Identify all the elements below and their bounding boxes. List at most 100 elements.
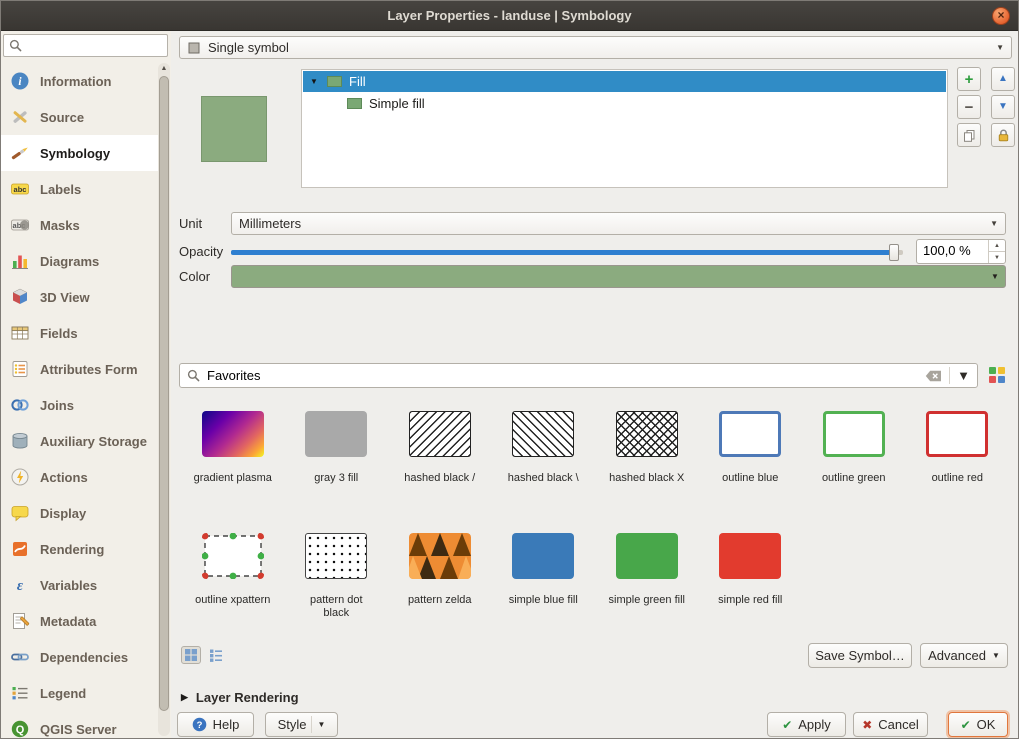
sidebar-item-label: Legend [40,686,86,701]
symbol-item-pattern-zelda[interactable]: pattern zelda [388,523,492,645]
search-icon [187,369,200,382]
help-icon: ? [192,717,207,732]
style-manager-button[interactable] [986,365,1008,387]
sidebar-item-actions[interactable]: Actions [1,459,158,495]
sidebar-list: i Information Source Symbology abc Label… [1,63,158,738]
move-up-button[interactable]: ▲ [991,67,1015,91]
sidebar-item-metadata[interactable]: Metadata [1,603,158,639]
renderer-combo[interactable]: Single symbol ▼ [179,36,1012,59]
sidebar-search[interactable] [3,34,168,57]
sidebar-scrollbar[interactable]: ▲ [158,63,170,736]
labels-icon: abc [9,178,31,200]
symbol-layer-toolbar: + ▲ − ▼ [957,67,1015,147]
sidebar-item-legend[interactable]: Legend [1,675,158,711]
lock-symbol-layer-button[interactable] [991,123,1015,147]
sidebar-item-label: 3D View [40,290,90,305]
opacity-input[interactable] [923,243,983,258]
symbol-tree-item-simple-fill[interactable]: Simple fill [302,93,947,114]
symbol-preview-thumb [202,533,264,579]
remove-symbol-layer-button[interactable]: − [957,95,981,119]
symbol-preview-thumb [823,411,885,457]
titlebar[interactable]: Layer Properties - landuse | Symbology × [1,1,1018,31]
icon-view-button[interactable] [181,646,201,664]
spin-up-icon[interactable]: ▲ [989,240,1005,251]
symbol-item-hashed-black-forward[interactable]: hashed black / [388,401,492,523]
opacity-spinbox[interactable]: ▲ ▼ [916,239,1006,264]
sidebar-item-source[interactable]: Source [1,99,158,135]
unit-combo[interactable]: Millimeters ▼ [231,212,1006,235]
apply-button[interactable]: ✔ Apply [767,712,846,737]
sidebar-item-label: Dependencies [40,650,128,665]
list-view-button[interactable] [206,646,226,664]
sidebar-item-label: Attributes Form [40,362,138,377]
symbol-item-simple-green-fill[interactable]: simple green fill [595,523,699,645]
duplicate-symbol-layer-button[interactable] [957,123,981,147]
opacity-slider[interactable] [231,240,907,264]
symbol-item-outline-xpattern[interactable]: outline xpattern [181,523,285,645]
sidebar-item-joins[interactable]: Joins [1,387,158,423]
symbol-preview-thumb [305,411,367,457]
icon-view-icon [184,648,198,662]
sidebar-item-symbology[interactable]: Symbology [1,135,158,171]
sidebar-item-label: Variables [40,578,97,593]
color-button[interactable]: ▼ [231,265,1006,288]
symbol-name: hashed black X [609,472,684,485]
layer-rendering-group[interactable]: ▶ Layer Rendering [181,690,299,705]
advanced-button[interactable]: Advanced ▼ [920,643,1008,668]
expander-icon[interactable]: ▼ [310,77,320,86]
properties-sidebar: i Information Source Symbology abc Label… [1,31,171,738]
sidebar-item-3d-view[interactable]: 3D View [1,279,158,315]
slider-handle[interactable] [889,244,899,261]
chevron-down-icon[interactable]: ▼ [988,266,1002,287]
help-button[interactable]: ? Help [177,712,254,737]
sidebar-item-rendering[interactable]: Rendering [1,531,158,567]
cancel-button[interactable]: ✖ Cancel [853,712,928,737]
symbol-item-hashed-black-back[interactable]: hashed black \ [492,401,596,523]
symbol-preview-thumb [409,533,471,579]
sidebar-item-masks[interactable]: abc Masks [1,207,158,243]
spin-down-icon[interactable]: ▼ [989,251,1005,263]
symbol-item-outline-green[interactable]: outline green [802,401,906,523]
add-symbol-layer-button[interactable]: + [957,67,981,91]
sidebar-item-fields[interactable]: Fields [1,315,158,351]
sidebar-item-variables[interactable]: ε Variables [1,567,158,603]
symbol-name: gray 3 fill [314,472,358,485]
sidebar-item-information[interactable]: i Information [1,63,158,99]
symbol-item-hashed-black-x[interactable]: hashed black X [595,401,699,523]
scrollbar-thumb[interactable] [159,76,169,711]
ok-button[interactable]: ✔ OK [948,712,1008,737]
sidebar-item-labels[interactable]: abc Labels [1,171,158,207]
symbol-item-outline-red[interactable]: outline red [906,401,1010,523]
clear-icon[interactable] [925,370,942,382]
move-down-button[interactable]: ▼ [991,95,1015,119]
symbol-filter-input[interactable] [207,368,918,383]
symbol-item-gradient-plasma[interactable]: gradient plasma [181,401,285,523]
chevron-down-icon[interactable]: ▼ [957,368,970,383]
sidebar-item-attributes-form[interactable]: Attributes Form [1,351,158,387]
symbol-name: outline blue [722,472,778,485]
sidebar-item-diagrams[interactable]: Diagrams [1,243,158,279]
symbol-item-outline-blue[interactable]: outline blue [699,401,803,523]
sidebar-search-input[interactable] [26,39,146,53]
style-button[interactable]: Style ▼ [265,712,338,737]
symbol-item-pattern-dot-black[interactable]: pattern dot black [285,523,389,645]
symbol-item-gray-3-fill[interactable]: gray 3 fill [285,401,389,523]
symbol-layer-tree: ▼ Fill Simple fill [301,69,948,188]
symbol-item-simple-red-fill[interactable]: simple red fill [699,523,803,645]
sidebar-item-dependencies[interactable]: Dependencies [1,639,158,675]
diagrams-icon [9,250,31,272]
sidebar-item-auxiliary-storage[interactable]: Auxiliary Storage [1,423,158,459]
tree-item-label: Fill [349,74,366,89]
symbol-tree-item-fill[interactable]: ▼ Fill [303,71,946,92]
sidebar-item-display[interactable]: Display [1,495,158,531]
sidebar-item-label: Fields [40,326,78,341]
close-icon[interactable]: × [992,7,1010,25]
symbol-item-simple-blue-fill[interactable]: simple blue fill [492,523,596,645]
scroll-up-icon[interactable]: ▲ [158,65,170,72]
variables-icon: ε [9,574,31,596]
symbol-filter-bar[interactable]: ▼ [179,363,978,388]
svg-text:?: ? [196,720,202,731]
symbol-preview-thumb [512,411,574,457]
sidebar-item-qgis-server[interactable]: Q QGIS Server [1,711,158,738]
save-symbol-button[interactable]: Save Symbol… [808,643,912,668]
